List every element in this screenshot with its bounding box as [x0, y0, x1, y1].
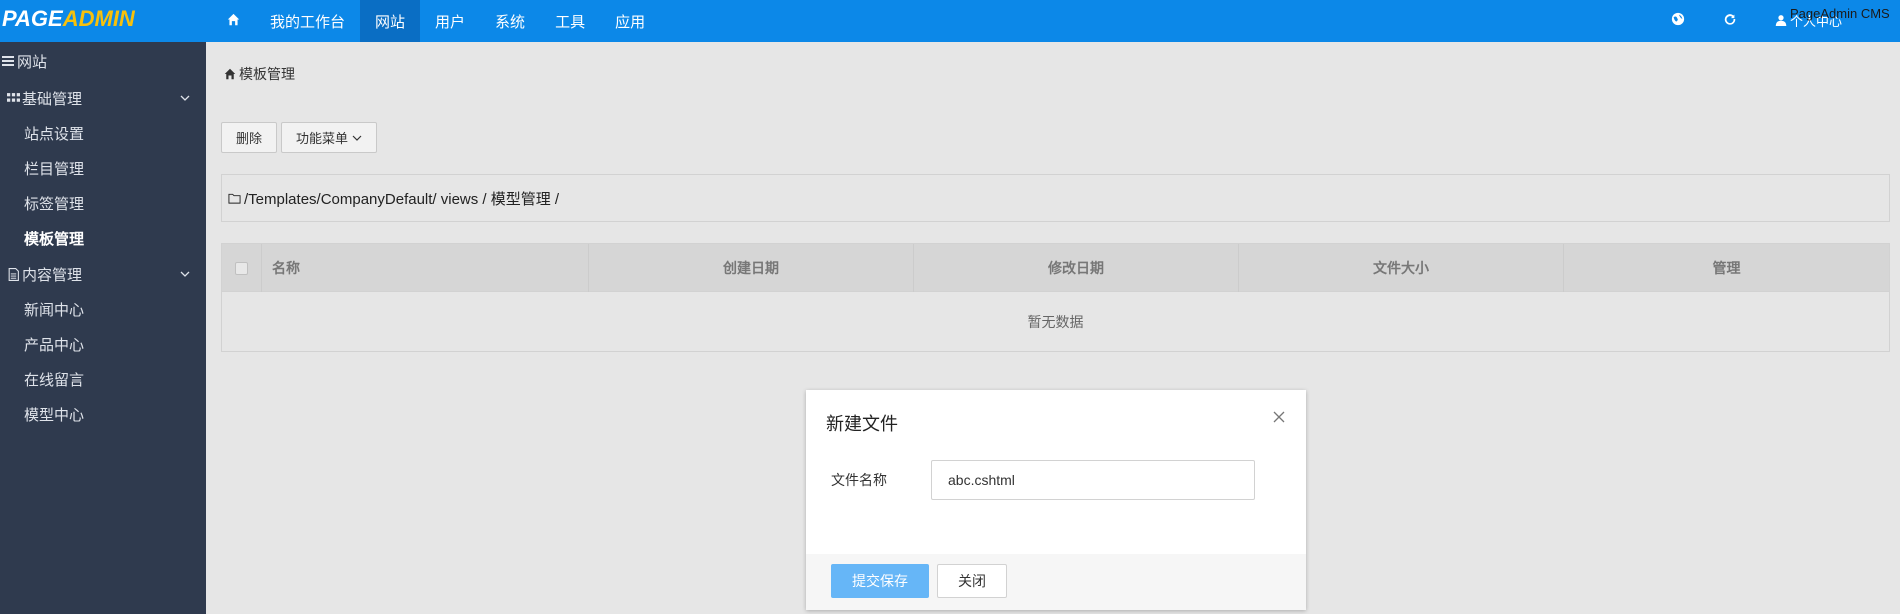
sidebar-item-news-center[interactable]: 新闻中心 [0, 292, 206, 327]
dialog-footer: 提交保存 关闭 [806, 554, 1306, 610]
function-menu-label: 功能菜单 [295, 131, 348, 146]
column-header-modified[interactable]: 修改日期 [914, 244, 1239, 292]
refresh-icon[interactable] [1722, 11, 1738, 27]
brand-label: PageAdmin CMS [1790, 6, 1890, 21]
globe-icon[interactable] [1670, 11, 1686, 27]
table-header: 名称 创建日期 修改日期 文件大小 管理 [222, 244, 1889, 292]
home-icon [224, 68, 236, 80]
column-header-created[interactable]: 创建日期 [589, 244, 914, 292]
breadcrumb: 模板管理 [224, 64, 295, 84]
chevron-down-icon [180, 95, 190, 101]
sidebar-item-product-center[interactable]: 产品中心 [0, 327, 206, 362]
sidebar-item-site-settings[interactable]: 站点设置 [0, 116, 206, 151]
close-icon[interactable] [1272, 410, 1286, 424]
home-icon [227, 13, 240, 30]
nav-system[interactable]: 系统 [480, 0, 540, 42]
select-all-checkbox[interactable] [235, 261, 248, 275]
column-header-name[interactable]: 名称 [262, 244, 589, 292]
dialog-title: 新建文件 [826, 414, 898, 434]
chevron-down-icon [180, 271, 190, 277]
top-nav: 我的工作台 网站 用户 系统 工具 应用 [212, 0, 660, 42]
folder-icon [228, 193, 241, 204]
sidebar-group-label: 基础管理 [22, 90, 83, 108]
user-icon [1775, 15, 1787, 26]
sidebar-group-label: 内容管理 [22, 266, 83, 284]
new-file-dialog: 新建文件 文件名称 提交保存 关闭 [806, 390, 1306, 610]
function-menu-button[interactable]: 功能菜单 [281, 122, 377, 153]
sidebar-header-label: 网站 [17, 53, 48, 71]
close-button[interactable]: 关闭 [937, 564, 1007, 598]
column-header-size[interactable]: 文件大小 [1239, 244, 1564, 292]
nav-website[interactable]: 网站 [360, 0, 421, 42]
sidebar-item-model-center[interactable]: 模型中心 [0, 397, 206, 432]
nav-tools[interactable]: 工具 [540, 0, 600, 42]
submit-save-button[interactable]: 提交保存 [831, 564, 929, 598]
select-all-cell [222, 244, 262, 292]
file-name-input[interactable] [931, 460, 1255, 500]
logo-part-page: PAGE [2, 6, 63, 31]
logo-part-admin: ADMIN [62, 6, 135, 31]
template-path-bar: /Templates/CompanyDefault/ views / 模型管理 … [221, 174, 1890, 222]
menu-icon [2, 56, 14, 66]
sidebar: 网站 基础管理 站点设置 栏目管理 标签管理 模板管理 内容管理 新闻中心 产品… [0, 42, 206, 614]
nav-home[interactable] [212, 0, 255, 42]
sidebar-item-online-message[interactable]: 在线留言 [0, 362, 206, 397]
grid-icon [7, 92, 20, 102]
delete-button[interactable]: 删除 [221, 122, 277, 153]
top-navbar: PAGE ADMIN 我的工作台 网站 用户 系统 工具 应用 个人中心 Page… [0, 0, 1900, 42]
nav-apps[interactable]: 应用 [600, 0, 660, 42]
sidebar-item-column-management[interactable]: 栏目管理 [0, 151, 206, 186]
chevron-down-icon [352, 135, 362, 141]
sidebar-group-basic[interactable]: 基础管理 [0, 80, 206, 116]
template-path: /Templates/CompanyDefault/ views / 模型管理 … [244, 190, 560, 208]
file-name-label: 文件名称 [831, 472, 887, 488]
nav-workbench[interactable]: 我的工作台 [255, 0, 360, 42]
document-icon [8, 267, 19, 281]
column-header-manage: 管理 [1712, 260, 1741, 276]
sidebar-header[interactable]: 网站 [0, 42, 206, 80]
sidebar-item-tag-management[interactable]: 标签管理 [0, 186, 206, 221]
nav-users[interactable]: 用户 [420, 0, 480, 42]
table-empty-message: 暂无数据 [1027, 313, 1084, 330]
logo[interactable]: PAGE ADMIN [2, 4, 135, 34]
file-table: 名称 创建日期 修改日期 文件大小 管理 暂无数据 [221, 243, 1890, 352]
breadcrumb-label: 模板管理 [239, 66, 295, 82]
sidebar-group-content[interactable]: 内容管理 [0, 256, 206, 292]
sidebar-item-template-management[interactable]: 模板管理 [0, 221, 206, 256]
